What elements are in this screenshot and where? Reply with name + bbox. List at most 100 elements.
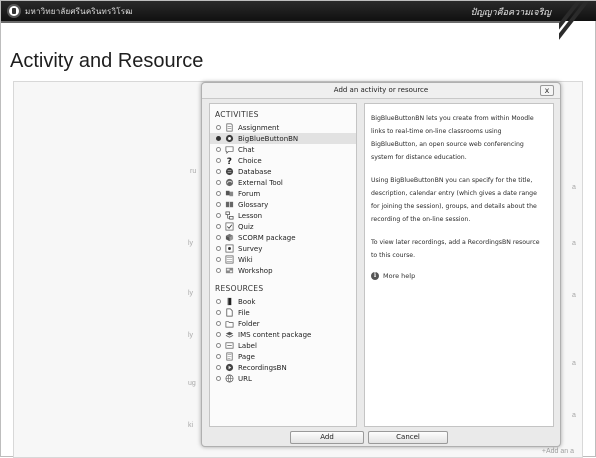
- radio-button[interactable]: [216, 169, 221, 174]
- activities-heading: ACTIVITIES: [215, 110, 259, 119]
- options-list: ACTIVITIES Assignment BigBlueButtonBN Chat…: [210, 104, 356, 384]
- option-label: Book: [238, 297, 256, 306]
- radio-button[interactable]: [216, 191, 221, 196]
- option-label: BigBlueButtonBN: [238, 134, 299, 143]
- bigbluebutton-icon: [225, 134, 234, 143]
- lesson-icon: [225, 211, 234, 220]
- option-scorm-package[interactable]: SCORM package: [210, 232, 356, 243]
- option-glossary[interactable]: Glossary: [210, 199, 356, 210]
- help-panel: BigBlueButtonBN lets you create from wit…: [364, 103, 554, 427]
- bg-fragment: ly: [188, 240, 194, 247]
- radio-button[interactable]: [216, 235, 221, 240]
- option-label: Workshop: [238, 266, 273, 275]
- label-icon: [225, 341, 234, 350]
- slide: มหาวิทยาลัยศรีนครินทรวิโรฒ ปัญญาคือความเ…: [0, 0, 596, 458]
- option-label: Label: [238, 341, 257, 350]
- corner-stripes: [559, 1, 596, 43]
- option-label[interactable]: Label: [210, 340, 356, 351]
- option-assignment[interactable]: Assignment: [210, 122, 356, 133]
- radio-button[interactable]: [216, 343, 221, 348]
- wiki-icon: [225, 255, 234, 264]
- dialog-title: Add an activity or resource: [333, 86, 429, 94]
- radio-button[interactable]: [216, 268, 221, 273]
- scorm-icon: [225, 233, 234, 242]
- option-workshop[interactable]: Workshop: [210, 265, 356, 276]
- radio-button[interactable]: [216, 246, 221, 251]
- radio-button[interactable]: [216, 257, 221, 262]
- option-folder[interactable]: Folder: [210, 318, 356, 329]
- help-paragraph: To view later recordings, add a Recordin…: [371, 239, 540, 259]
- resources-heading: RESOURCES: [215, 284, 264, 293]
- radio-button[interactable]: [216, 125, 221, 130]
- radio-button[interactable]: [216, 310, 221, 315]
- dialog-header: Add an activity or resource x: [202, 83, 560, 99]
- radio-button[interactable]: [216, 376, 221, 381]
- option-label: Chat: [238, 145, 255, 154]
- url-icon: [225, 374, 234, 383]
- option-chat[interactable]: Chat: [210, 144, 356, 155]
- activities-list: Assignment BigBlueButtonBN Chat? Choice Data…: [210, 122, 356, 276]
- option-recordingsbn[interactable]: RecordingsBN: [210, 362, 356, 373]
- radio-button[interactable]: [216, 147, 221, 152]
- option-ims-content-package[interactable]: IMS content package: [210, 329, 356, 340]
- option-label: Choice: [238, 156, 262, 165]
- radio-button[interactable]: [216, 180, 221, 185]
- more-help-link[interactable]: i More help: [371, 272, 547, 280]
- university-logo: [7, 4, 21, 18]
- option-external-tool[interactable]: External Tool: [210, 177, 356, 188]
- option-choice[interactable]: ? Choice: [210, 155, 356, 166]
- option-lesson[interactable]: Lesson: [210, 210, 356, 221]
- option-label: URL: [238, 374, 252, 383]
- radio-button[interactable]: [216, 136, 221, 141]
- radio-button[interactable]: [216, 299, 221, 304]
- option-label: Folder: [238, 319, 260, 328]
- option-book[interactable]: Book: [210, 296, 356, 307]
- option-label: Lesson: [238, 211, 263, 220]
- options-panel: ACTIVITIES Assignment BigBlueButtonBN Chat…: [209, 103, 357, 427]
- book-icon: [225, 297, 234, 306]
- option-page[interactable]: Page: [210, 351, 356, 362]
- option-file[interactable]: File: [210, 307, 356, 318]
- bg-fragment: a: [572, 292, 576, 299]
- folder-icon: [225, 319, 234, 328]
- radio-button[interactable]: [216, 365, 221, 370]
- assignment-icon: [225, 123, 234, 132]
- option-forum[interactable]: Forum: [210, 188, 356, 199]
- university-name: มหาวิทยาลัยศรีนครินทรวิโรฒ: [25, 7, 133, 16]
- bg-fragment: a: [572, 360, 576, 367]
- radio-button[interactable]: [216, 354, 221, 359]
- university-motto: ปัญญาคือความเจริญ: [470, 8, 551, 18]
- bg-fragment: a: [572, 412, 576, 419]
- bg-fragment: ly: [188, 290, 194, 297]
- radio-button[interactable]: [216, 202, 221, 207]
- option-label: External Tool: [238, 178, 283, 187]
- close-button[interactable]: x: [540, 85, 554, 96]
- radio-button[interactable]: [216, 158, 221, 163]
- option-url[interactable]: URL: [210, 373, 356, 384]
- file-icon: [225, 308, 234, 317]
- option-label: Wiki: [238, 255, 253, 264]
- option-quiz[interactable]: Quiz: [210, 221, 356, 232]
- radio-button[interactable]: [216, 224, 221, 229]
- external-tool-icon: [225, 178, 234, 187]
- bg-fragment: a: [572, 240, 576, 247]
- workshop-icon: [225, 266, 234, 275]
- option-bigbluebuttonbn[interactable]: BigBlueButtonBN: [210, 133, 356, 144]
- bg-fragment: a: [572, 184, 576, 191]
- svg-text:?: ?: [227, 157, 232, 165]
- radio-button[interactable]: [216, 332, 221, 337]
- help-paragraph: Using BigBlueButtonBN you can specify fo…: [371, 177, 537, 223]
- option-label: Quiz: [238, 222, 254, 231]
- radio-button[interactable]: [216, 321, 221, 326]
- cancel-button[interactable]: Cancel: [368, 431, 448, 444]
- option-wiki[interactable]: Wiki: [210, 254, 356, 265]
- resources-list: Book File Folder IMS content package Label Pa…: [210, 296, 356, 384]
- more-help-label: More help: [383, 272, 416, 280]
- option-survey[interactable]: Survey: [210, 243, 356, 254]
- option-label: SCORM package: [238, 233, 296, 242]
- add-button[interactable]: Add: [290, 431, 364, 444]
- radio-button[interactable]: [216, 213, 221, 218]
- add-activity-link[interactable]: +Add an a: [542, 448, 574, 455]
- survey-icon: [225, 244, 234, 253]
- option-database[interactable]: Database: [210, 166, 356, 177]
